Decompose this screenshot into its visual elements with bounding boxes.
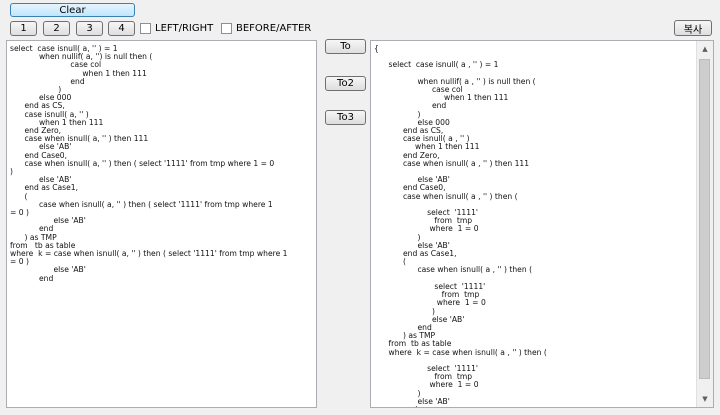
copy-button[interactable]: 복사: [674, 20, 712, 36]
left-sql-editor[interactable]: select case isnull( a, '' ) = 1 when nul…: [6, 40, 317, 408]
before-after-checkbox[interactable]: BEFORE/AFTER: [221, 23, 311, 34]
left-right-label: LEFT/RIGHT: [155, 23, 214, 34]
checkbox-box[interactable]: [140, 23, 151, 34]
num-button-4[interactable]: 4: [108, 21, 135, 36]
to2-button[interactable]: To2: [325, 76, 366, 91]
checkbox-box[interactable]: [221, 23, 232, 34]
right-editor-text[interactable]: { select case isnull( a , '' ) = 1 when …: [371, 41, 713, 407]
num-button-2[interactable]: 2: [43, 21, 70, 36]
scroll-up-arrow-icon[interactable]: ▲: [697, 41, 713, 57]
right-sql-editor[interactable]: { select case isnull( a , '' ) = 1 when …: [370, 40, 714, 408]
scroll-down-arrow-icon[interactable]: ▼: [697, 391, 713, 407]
vertical-scrollbar[interactable]: ▲ ▼: [696, 41, 713, 407]
to3-button[interactable]: To3: [325, 110, 366, 125]
num-button-1[interactable]: 1: [10, 21, 37, 36]
scrollbar-thumb[interactable]: [699, 59, 710, 379]
left-editor-text[interactable]: select case isnull( a, '' ) = 1 when nul…: [7, 41, 316, 287]
clear-button[interactable]: Clear: [10, 3, 135, 17]
left-right-checkbox[interactable]: LEFT/RIGHT: [140, 23, 213, 34]
to-button[interactable]: To: [325, 39, 366, 54]
num-button-3[interactable]: 3: [76, 21, 103, 36]
before-after-label: BEFORE/AFTER: [236, 23, 312, 34]
